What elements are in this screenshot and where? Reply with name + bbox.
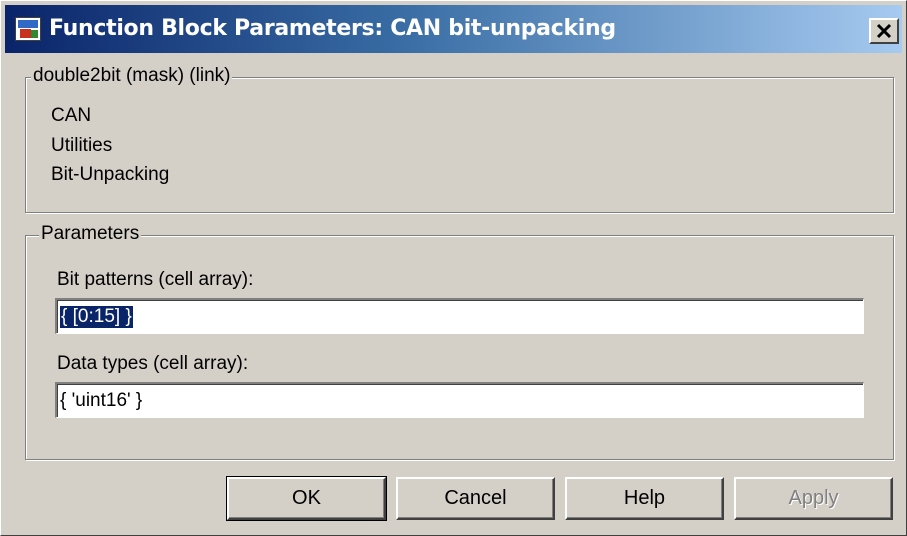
description-line-can: CAN <box>51 105 92 126</box>
description-group <box>25 77 894 213</box>
description-group-legend: double2bit (mask) (link) <box>31 65 233 87</box>
simulink-block-icon <box>15 17 41 41</box>
window-title: Function Block Parameters: CAN bit-unpac… <box>49 16 616 41</box>
description-line-bit-unpacking: Bit-Unpacking <box>51 164 170 185</box>
cancel-button[interactable]: Cancel <box>396 477 555 520</box>
data-types-input[interactable]: { 'uint16' } <box>55 382 864 418</box>
bit-patterns-input[interactable]: { [0:15] } <box>55 298 864 334</box>
title-bar[interactable]: Function Block Parameters: CAN bit-unpac… <box>5 5 902 53</box>
close-icon <box>876 23 892 39</box>
dialog-window: Function Block Parameters: CAN bit-unpac… <box>0 0 907 536</box>
bit-patterns-value: { [0:15] } <box>60 306 133 328</box>
ok-button[interactable]: OK <box>226 476 387 521</box>
bit-patterns-label: Bit patterns (cell array): <box>57 269 254 290</box>
help-button[interactable]: Help <box>565 477 724 520</box>
data-types-value: { 'uint16' } <box>60 390 143 411</box>
apply-button[interactable]: Apply <box>734 477 893 520</box>
data-types-label: Data types (cell array): <box>57 353 249 374</box>
description-line-utilities: Utilities <box>51 135 113 156</box>
parameters-group-legend: Parameters <box>39 223 142 245</box>
close-button[interactable] <box>869 18 899 44</box>
